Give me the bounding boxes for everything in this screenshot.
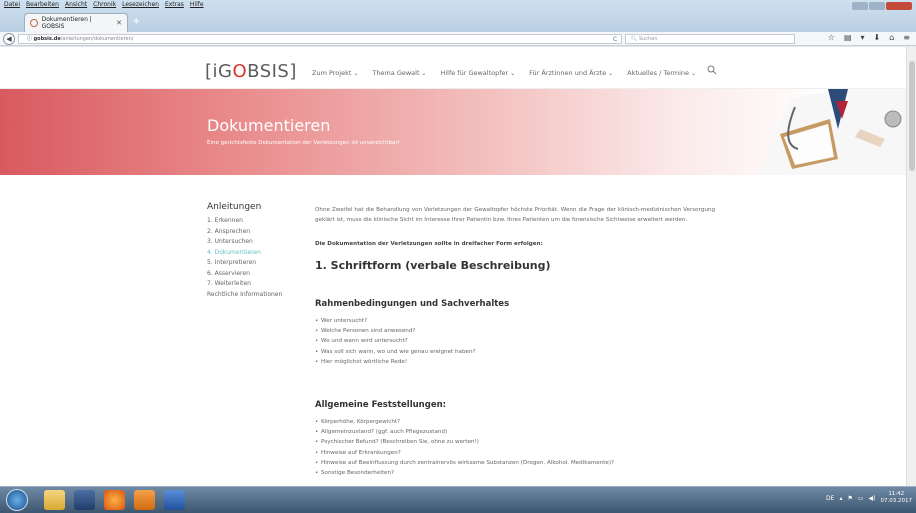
word-icon[interactable] bbox=[164, 490, 185, 510]
menu-ansicht[interactable]: Ansicht bbox=[65, 1, 87, 8]
system-tray: DE ▴ ⚑ ▭ ◀) 11:42 07.03.2017 bbox=[826, 491, 912, 505]
sidebar-item-asservieren[interactable]: 6. Asservieren bbox=[207, 269, 317, 280]
list-allgemeine-feststellungen: Körperhöhe, Körpergewicht? Allgemeinzust… bbox=[315, 417, 715, 478]
nav-fuer-aerzte[interactable]: Für Ärztinnen und Ärzte bbox=[529, 69, 613, 77]
clock-date: 07.03.2017 bbox=[880, 498, 913, 504]
sidebar-item-interpretieren[interactable]: 5. Interpretieren bbox=[207, 258, 317, 269]
heading-schriftform: 1. Schriftform (verbale Beschreibung) bbox=[315, 259, 551, 272]
media-player-icon[interactable] bbox=[74, 490, 95, 510]
list-item: Sonstige Besonderheiten? bbox=[315, 468, 715, 478]
menu-icon[interactable]: ≡ bbox=[903, 33, 910, 42]
url-bar[interactable]: ⓘ gobsis.de/anleitungen/dokumentieren/ bbox=[18, 34, 622, 44]
logo-o: O bbox=[232, 61, 248, 82]
url-path: /anleitungen/dokumentieren/ bbox=[60, 36, 134, 42]
logo-suffix: BSIS] bbox=[247, 61, 297, 82]
heading-rahmenbedingungen: Rahmenbedingungen und Sachverhaltes bbox=[315, 299, 510, 309]
list-item: Psychischer Befund? (Beschreiben Sie, oh… bbox=[315, 437, 715, 447]
sidebar-item-weiterleiten[interactable]: 7. Weiterleiten bbox=[207, 279, 317, 290]
menu-extras[interactable]: Extras bbox=[165, 1, 184, 8]
scrollbar-thumb[interactable] bbox=[909, 61, 915, 171]
list-item: Welche Personen sind anwesend? bbox=[315, 326, 715, 336]
list-item: Wer untersucht? bbox=[315, 316, 715, 326]
start-button[interactable] bbox=[6, 489, 28, 511]
main-nav: Zum Projekt Thema Gewalt Hilfe für Gewal… bbox=[312, 69, 696, 77]
sidebar-item-erkennen[interactable]: 1. Erkennen bbox=[207, 216, 317, 227]
nav-hilfe-gewaltopfer[interactable]: Hilfe für Gewaltopfer bbox=[440, 69, 515, 77]
tab-title: Dokumentieren | GOBSIS bbox=[41, 16, 92, 30]
download-icon[interactable]: ⬇ bbox=[874, 33, 881, 42]
url-domain: gobsis.de bbox=[33, 36, 61, 42]
sidebar-title: Anleitungen bbox=[207, 202, 262, 212]
powerpoint-icon[interactable] bbox=[134, 490, 155, 510]
page-title: Dokumentieren bbox=[207, 116, 331, 135]
sidebar: Anleitungen 1. Erkennen 2. Ansprechen 3.… bbox=[207, 202, 317, 300]
info-icon: ⓘ bbox=[27, 36, 34, 42]
web-page: [iGOBSIS] Zum Projekt Thema Gewalt Hilfe… bbox=[0, 47, 906, 486]
flag-icon[interactable]: ⚑ bbox=[847, 495, 852, 502]
list-rahmenbedingungen: Wer untersucht? Welche Personen sind anw… bbox=[315, 316, 715, 367]
sidebar-item-dokumentieren[interactable]: 4. Dokumentieren bbox=[207, 248, 317, 259]
list-item: Wo und wann wird untersucht? bbox=[315, 336, 715, 346]
display-icon[interactable]: ▭ bbox=[858, 495, 864, 502]
list-item: Hinweise auf Beeinflussung durch zentral… bbox=[315, 458, 715, 468]
intro-paragraph: Ohne Zweifel hat die Behandlung von Verl… bbox=[315, 207, 715, 223]
heading-allgemeine-feststellungen: Allgemeine Feststellungen: bbox=[315, 400, 447, 410]
windows-taskbar: DE ▴ ⚑ ▭ ◀) 11:42 07.03.2017 bbox=[0, 486, 916, 513]
bookmark-star-icon[interactable]: ☆ bbox=[828, 33, 835, 42]
file-explorer-icon[interactable] bbox=[44, 490, 65, 510]
site-logo[interactable]: [iGOBSIS] bbox=[205, 61, 297, 82]
browser-titlebar: Datei Bearbeiten Ansicht Chronik Lesezei… bbox=[0, 0, 916, 32]
favicon-icon bbox=[30, 19, 38, 27]
language-indicator[interactable]: DE bbox=[826, 495, 834, 502]
close-window-button[interactable] bbox=[886, 2, 912, 10]
nav-zum-projekt[interactable]: Zum Projekt bbox=[312, 69, 358, 77]
menu-datei[interactable]: Datei bbox=[4, 1, 20, 8]
doctor-image bbox=[760, 89, 906, 175]
site-search-icon[interactable] bbox=[707, 65, 717, 75]
sidebar-item-ansprechen[interactable]: 2. Ansprechen bbox=[207, 227, 317, 238]
list-item: Hier möglichst wörtliche Rede! bbox=[315, 357, 715, 367]
network-icon[interactable]: ▴ bbox=[839, 495, 842, 502]
maximize-button[interactable] bbox=[869, 2, 885, 10]
site-header: [iGOBSIS] Zum Projekt Thema Gewalt Hilfe… bbox=[0, 47, 906, 89]
list-item: Hinweise auf Erkrankungen? bbox=[315, 448, 715, 458]
reload-icon[interactable]: C bbox=[613, 36, 617, 43]
page-scrollbar[interactable] bbox=[906, 47, 916, 486]
browser-search-input[interactable]: 🔍︎ Suchen bbox=[625, 34, 795, 44]
tab-close-icon[interactable]: ✕ bbox=[116, 19, 122, 27]
new-tab-icon[interactable]: + bbox=[132, 16, 140, 27]
minimize-button[interactable] bbox=[852, 2, 868, 10]
bold-intro-line: Die Dokumentation der Verletzungen sollt… bbox=[315, 241, 543, 247]
menu-bar: Datei Bearbeiten Ansicht Chronik Lesezei… bbox=[4, 1, 204, 8]
search-placeholder: Suchen bbox=[638, 36, 658, 42]
logo-prefix: [iG bbox=[205, 61, 233, 82]
hero-banner: Dokumentieren Eine gerichtsfeste Dokumen… bbox=[0, 89, 906, 175]
volume-icon[interactable]: ◀) bbox=[869, 495, 876, 502]
sidebar-item-rechtliche-informationen[interactable]: Rechtliche Informationen bbox=[207, 290, 317, 301]
menu-bearbeiten[interactable]: Bearbeiten bbox=[26, 1, 59, 8]
list-item: Körperhöhe, Körpergewicht? bbox=[315, 417, 715, 427]
nav-aktuelles[interactable]: Aktuelles / Termine bbox=[627, 69, 696, 77]
clipboard-icon[interactable]: ▤ bbox=[844, 33, 852, 42]
firefox-icon[interactable] bbox=[104, 490, 125, 510]
pocket-icon[interactable]: ▾ bbox=[861, 33, 865, 42]
menu-lesezeichen[interactable]: Lesezeichen bbox=[122, 1, 159, 8]
list-item: Allgemeinzustand? (ggf. auch Pflegezusta… bbox=[315, 427, 715, 437]
list-item: Was soll sich wann, wo und wie genau ere… bbox=[315, 347, 715, 357]
nav-thema-gewalt[interactable]: Thema Gewalt bbox=[372, 69, 426, 77]
window-controls bbox=[852, 2, 912, 10]
clock-time: 11:42 bbox=[888, 491, 905, 497]
back-button[interactable]: ◀ bbox=[3, 33, 15, 45]
browser-tab[interactable]: Dokumentieren | GOBSIS ✕ bbox=[24, 13, 128, 32]
menu-hilfe[interactable]: Hilfe bbox=[190, 1, 204, 8]
search-icon: 🔍︎ bbox=[631, 36, 639, 42]
toolbar-icons: ☆ ▤ ▾ ⬇ ⌂ ≡ bbox=[828, 33, 910, 42]
sidebar-item-untersuchen[interactable]: 3. Untersuchen bbox=[207, 237, 317, 248]
page-subtitle: Eine gerichtsfeste Dokumentation der Ver… bbox=[207, 140, 400, 146]
menu-chronik[interactable]: Chronik bbox=[93, 1, 116, 8]
clock[interactable]: 11:42 07.03.2017 bbox=[881, 491, 913, 505]
home-icon[interactable]: ⌂ bbox=[889, 33, 894, 42]
browser-navbar: ◀ ⓘ gobsis.de/anleitungen/dokumentieren/… bbox=[0, 32, 916, 46]
